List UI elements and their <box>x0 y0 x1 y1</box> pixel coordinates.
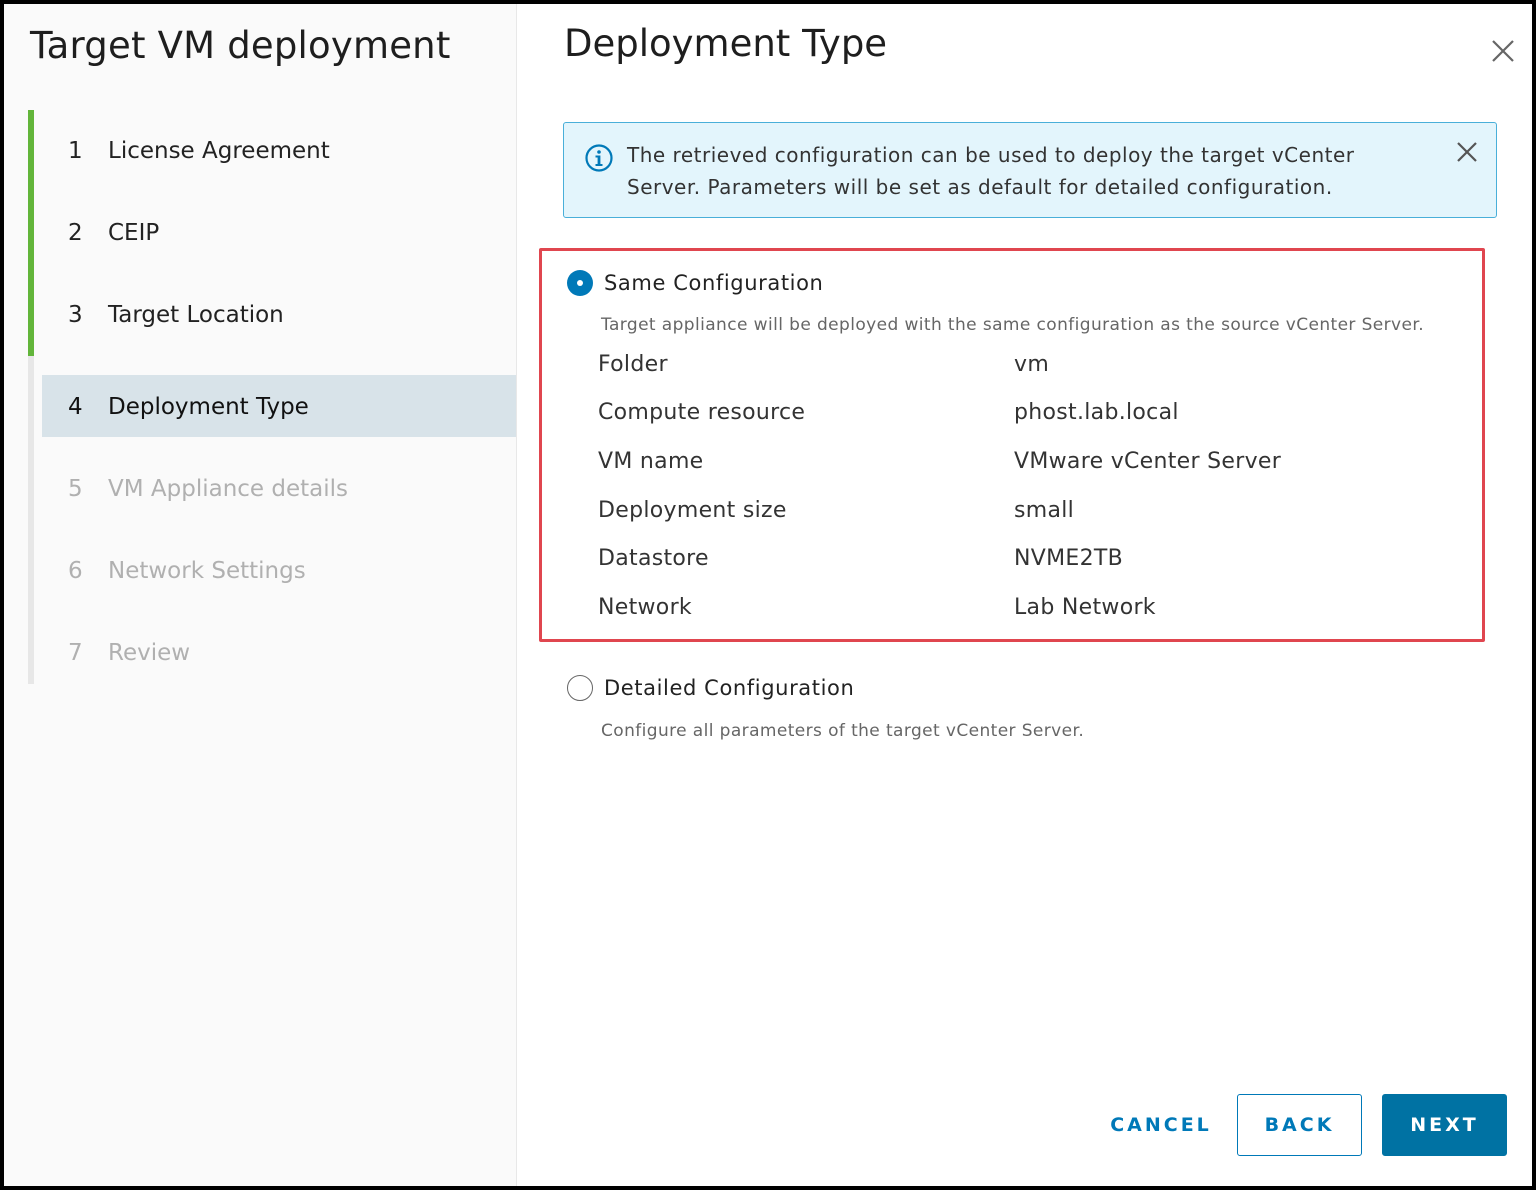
close-icon[interactable] <box>1488 36 1518 66</box>
property-value: phost.lab.local <box>1014 400 1179 426</box>
radio-same-configuration[interactable] <box>567 270 593 296</box>
option-description: Target appliance will be deployed with t… <box>601 315 1425 335</box>
alert-message: The retrieved configuration can be used … <box>627 143 1355 199</box>
property-row: Folder vm <box>598 340 1458 389</box>
property-key: Datastore <box>598 546 709 572</box>
step-target-location[interactable]: 3 Target Location <box>28 274 516 356</box>
property-key: Folder <box>598 351 668 377</box>
option-label: Detailed Configuration <box>604 676 855 700</box>
step-label: Review <box>108 640 191 666</box>
option-detailed-configuration[interactable]: Detailed Configuration <box>567 675 854 701</box>
next-button[interactable]: NEXT <box>1382 1094 1507 1156</box>
wizard-sidebar: Target VM deployment 1 License Agreement… <box>4 4 517 1186</box>
option-description: Configure all parameters of the target v… <box>601 721 1085 741</box>
step-label: Deployment Type <box>108 394 309 420</box>
radio-detailed-configuration[interactable] <box>567 675 593 701</box>
property-row: Deployment size small <box>598 486 1458 535</box>
step-network-settings: 6 Network Settings <box>28 520 516 602</box>
step-ceip[interactable]: 2 CEIP <box>28 192 516 274</box>
property-key: Network <box>598 594 692 620</box>
wizard-footer: CANCEL BACK NEXT <box>1101 1094 1507 1156</box>
step-progress-bar <box>28 438 34 520</box>
step-label: Target Location <box>108 302 284 328</box>
step-number: 6 <box>68 558 83 584</box>
step-progress-bar <box>28 110 34 192</box>
step-number: 7 <box>68 640 83 666</box>
step-label: CEIP <box>108 220 160 246</box>
step-progress-bar <box>28 520 34 602</box>
property-key: Compute resource <box>598 400 806 426</box>
property-value: Lab Network <box>1014 594 1156 620</box>
back-button[interactable]: BACK <box>1237 1094 1362 1156</box>
property-row: Datastore NVME2TB <box>598 534 1458 583</box>
wizard-main: Deployment Type The retrieved configurat… <box>517 4 1532 1186</box>
step-progress-bar <box>28 274 34 356</box>
step-progress-bar <box>28 192 34 274</box>
step-review: 7 Review <box>28 602 516 684</box>
step-vm-appliance-details: 5 VM Appliance details <box>28 438 516 520</box>
option-same-configuration[interactable]: Same Configuration <box>567 270 823 296</box>
step-label: License Agreement <box>108 138 330 164</box>
page-title: Deployment Type <box>564 22 888 65</box>
step-number: 5 <box>68 476 83 502</box>
alert-close-icon[interactable] <box>1454 139 1480 165</box>
cancel-button[interactable]: CANCEL <box>1101 1094 1221 1156</box>
property-key: Deployment size <box>598 497 787 523</box>
step-progress-bar <box>28 356 34 438</box>
step-number: 4 <box>68 394 83 420</box>
property-value: NVME2TB <box>1014 546 1124 572</box>
property-value: small <box>1014 497 1075 523</box>
step-deployment-type[interactable]: 4 Deployment Type <box>28 356 516 438</box>
option-label: Same Configuration <box>604 271 824 295</box>
info-icon <box>585 144 613 172</box>
wizard-title: Target VM deployment <box>30 24 451 67</box>
info-alert: The retrieved configuration can be used … <box>563 122 1497 218</box>
wizard-steps: 1 License Agreement 2 CEIP 3 Target Loca… <box>28 110 516 684</box>
step-license-agreement[interactable]: 1 License Agreement <box>28 110 516 192</box>
step-label: VM Appliance details <box>108 476 349 502</box>
property-key: VM name <box>598 448 704 474</box>
property-row: Network Lab Network <box>598 583 1458 632</box>
step-number: 3 <box>68 302 83 328</box>
property-value: vm <box>1014 351 1050 377</box>
step-label: Network Settings <box>108 558 306 584</box>
step-progress-bar <box>28 602 34 684</box>
property-value: VMware vCenter Server <box>1014 448 1282 474</box>
property-row: Compute resource phost.lab.local <box>598 389 1458 438</box>
wizard-dialog: Target VM deployment 1 License Agreement… <box>4 4 1532 1186</box>
step-number: 1 <box>68 138 83 164</box>
configuration-properties: Folder vm Compute resource phost.lab.loc… <box>598 340 1458 632</box>
step-number: 2 <box>68 220 83 246</box>
property-row: VM name VMware vCenter Server <box>598 437 1458 486</box>
